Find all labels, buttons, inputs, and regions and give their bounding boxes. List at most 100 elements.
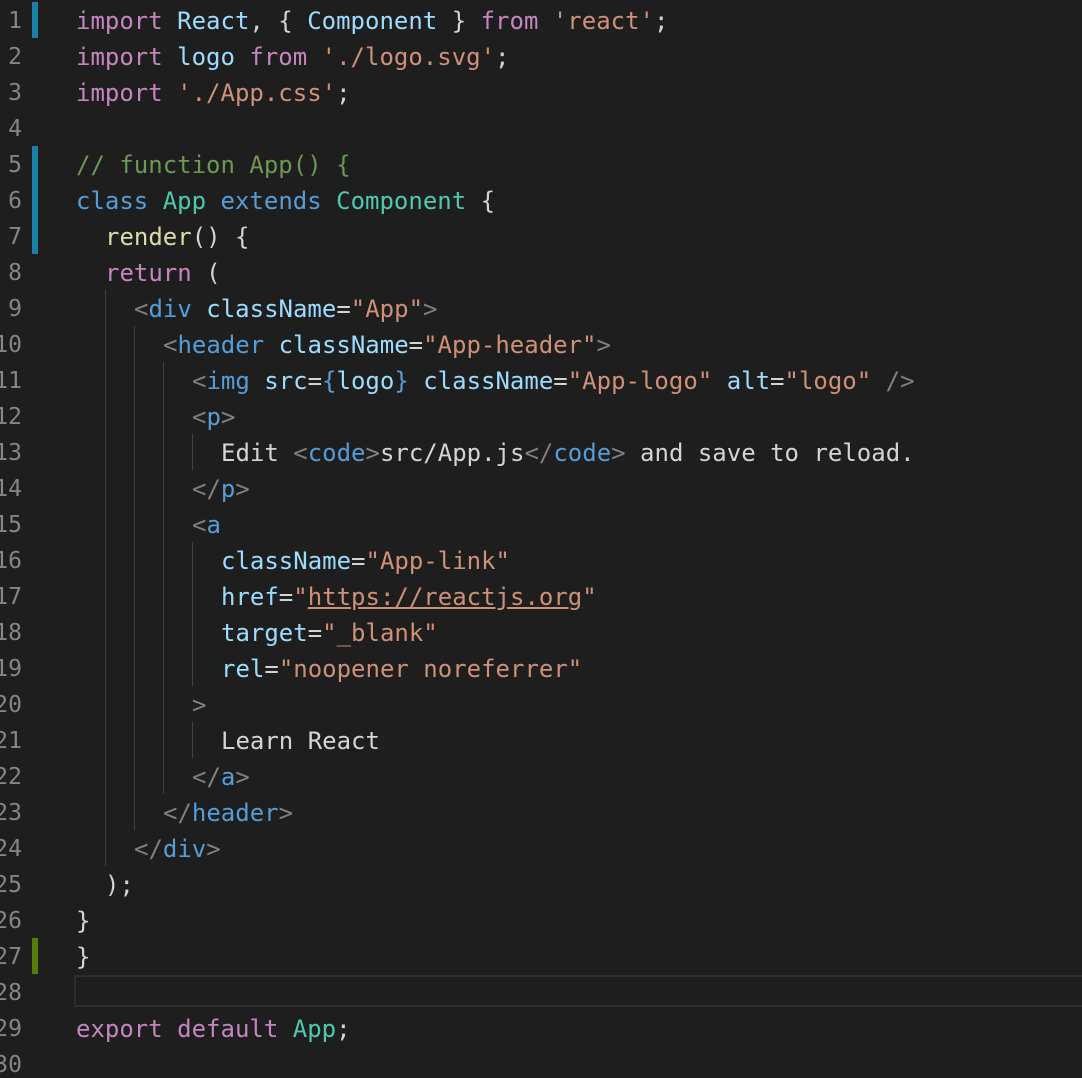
code-line[interactable]: 19 rel="noopener noreferrer" [0, 650, 1082, 686]
indent-guide [105, 614, 106, 650]
code-line[interactable]: 21 Learn React [0, 722, 1082, 758]
code-token: Edit [221, 439, 294, 467]
line-number: 23 [0, 800, 22, 826]
indent-guide [163, 722, 164, 758]
code-line[interactable]: 26} [0, 902, 1082, 938]
code-line[interactable]: 3 import './App.css'; [0, 74, 1082, 110]
code-line[interactable]: 5 // function App() { [0, 146, 1082, 182]
code-token: < [293, 439, 308, 467]
code-line[interactable]: 17 href="https://reactjs.org" [0, 578, 1082, 614]
code-text: <header className="App-header"> [163, 326, 611, 362]
code-token: = [307, 367, 323, 395]
gutter-modified-marker[interactable] [32, 2, 38, 38]
code-token: ; [336, 1015, 351, 1043]
code-token: a [206, 511, 221, 539]
code-line[interactable]: 28 [0, 974, 1082, 1010]
code-text: <a [192, 506, 221, 542]
code-token: } [76, 943, 91, 971]
code-token: src/App.js [379, 439, 525, 467]
code-token: } [437, 7, 481, 35]
code-line[interactable]: 1 import React, { Component } from 'react… [0, 2, 1082, 38]
code-token: export [76, 1015, 163, 1043]
indent-guide [134, 794, 135, 830]
code-line[interactable]: 14 </p> [0, 470, 1082, 506]
code-token: p [206, 403, 221, 431]
code-line[interactable]: 15 <a [0, 506, 1082, 542]
code-token: class [76, 187, 149, 215]
code-line[interactable]: 2 import logo from './logo.svg'; [0, 38, 1082, 74]
code-line[interactable]: 7 render() { [0, 218, 1082, 254]
code-line[interactable]: 6 class App extends Component { [0, 182, 1082, 218]
code-token: "logo" [784, 367, 872, 395]
code-line[interactable]: 23 </header> [0, 794, 1082, 830]
code-line[interactable]: 12 <p> [0, 398, 1082, 434]
indent-guide [163, 362, 164, 398]
indent-guide [192, 650, 193, 686]
code-text: </a> [192, 758, 250, 794]
line-number: 6 [8, 188, 22, 214]
code-line[interactable]: 25); [0, 866, 1082, 902]
code-text: target="_blank" [221, 614, 438, 650]
code-text: rel="noopener noreferrer" [221, 650, 582, 686]
code-text: export default App; [76, 1010, 351, 1046]
code-token: import [76, 43, 163, 71]
line-number: 13 [0, 440, 22, 466]
gutter-modified-marker[interactable] [32, 146, 38, 182]
code-text: } [76, 902, 90, 938]
code-token: logo [336, 367, 395, 395]
code-token: render [105, 223, 192, 251]
code-token: ; [654, 7, 669, 35]
line-number: 17 [0, 584, 22, 610]
indent-guide [134, 506, 135, 542]
code-text: href="https://reactjs.org" [221, 578, 597, 614]
indent-guide [134, 362, 135, 398]
code-text: return ( [105, 254, 221, 290]
line-number: 26 [0, 908, 22, 934]
code-editor[interactable]: 1 import React, { Component } from 'react… [0, 0, 1082, 1078]
code-token: < [192, 511, 207, 539]
code-line[interactable]: 20 > [0, 686, 1082, 722]
code-token: Learn React [221, 727, 380, 755]
code-line[interactable]: 10 <header className="App-header"> [0, 326, 1082, 362]
indent-guide [163, 686, 164, 722]
code-line[interactable]: 8 return ( [0, 254, 1082, 290]
gutter-modified-marker[interactable] [32, 182, 38, 218]
code-token: } [394, 367, 409, 395]
indent-guide [192, 434, 193, 470]
code-line[interactable]: 29 export default App; [0, 1010, 1082, 1046]
code-token: from [249, 43, 308, 71]
code-line[interactable]: 22 </a> [0, 758, 1082, 794]
code-token: < [192, 367, 207, 395]
code-line[interactable]: 11 <img src={logo} className="App-logo" a… [0, 362, 1082, 398]
code-text: className="App-link" [221, 542, 510, 578]
code-token: import [76, 79, 163, 107]
code-line[interactable]: 4 [0, 110, 1082, 146]
code-text: </p> [192, 470, 250, 506]
code-token: </ [134, 835, 163, 863]
code-token: logo [177, 43, 235, 71]
code-line[interactable]: 16 className="App-link" [0, 542, 1082, 578]
code-token: < [192, 403, 207, 431]
code-token: = [770, 367, 785, 395]
code-line[interactable]: 13 Edit <code>src/App.js</code> and save … [0, 434, 1082, 470]
gutter-modified-marker[interactable] [32, 218, 38, 254]
code-line[interactable]: 9 <div className="App"> [0, 290, 1082, 326]
code-line[interactable]: 30 [0, 1046, 1082, 1078]
code-line[interactable]: 24 </div> [0, 830, 1082, 866]
gutter-added-marker[interactable] [32, 938, 38, 974]
indent-guide [105, 830, 106, 866]
line-number: 25 [0, 872, 22, 898]
url-link[interactable]: https://reactjs.org [308, 583, 583, 611]
code-line[interactable]: 18 target="_blank" [0, 614, 1082, 650]
code-line[interactable]: 27} [0, 938, 1082, 974]
indent-guide [134, 650, 135, 686]
code-token: "App" [350, 295, 424, 323]
code-token: alt [726, 367, 771, 395]
code-token: "App-logo" [567, 367, 713, 395]
